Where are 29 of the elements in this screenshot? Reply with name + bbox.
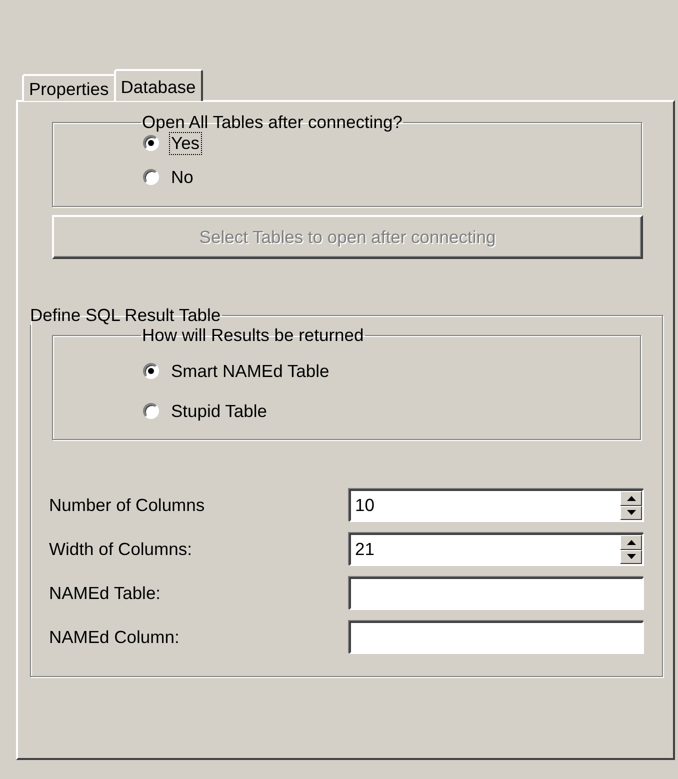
spin-down-button[interactable] [620, 550, 642, 564]
radio-button[interactable] [143, 403, 159, 419]
radio-label[interactable]: Stupid Table [169, 400, 270, 422]
radio-button[interactable] [143, 169, 159, 185]
group-title: Open All Tables after connecting? [141, 112, 404, 132]
tab[interactable]: Database [114, 69, 203, 101]
group-title: How will Results be returned [141, 325, 365, 345]
radio-label[interactable]: Yes [169, 132, 202, 154]
field-label: NAMEd Table: [49, 583, 162, 604]
up-arrow-icon [626, 540, 636, 545]
field-label: NAMEd Column: [49, 627, 180, 648]
spin-down-button[interactable] [620, 506, 642, 520]
up-arrow-icon [626, 496, 636, 501]
tab[interactable]: Properties [22, 74, 116, 101]
spin-up-button[interactable] [620, 491, 642, 506]
radio-label[interactable]: Smart NAMEd Table [169, 360, 332, 382]
field-label: Number of Columns [49, 495, 206, 516]
radio-label[interactable]: No [169, 166, 196, 188]
down-arrow-icon [626, 554, 636, 560]
group-title: Define SQL Result Table [29, 305, 222, 325]
text-field[interactable] [349, 621, 644, 654]
number-field[interactable]: 10 [349, 489, 644, 522]
field-label: Width of Columns: [49, 539, 193, 560]
spin-up-button[interactable] [620, 535, 642, 550]
number-field[interactable]: 21 [349, 533, 644, 566]
text-field[interactable] [349, 577, 644, 610]
down-arrow-icon [626, 510, 636, 516]
radio-button[interactable] [143, 363, 159, 379]
radio-button[interactable] [143, 135, 159, 151]
